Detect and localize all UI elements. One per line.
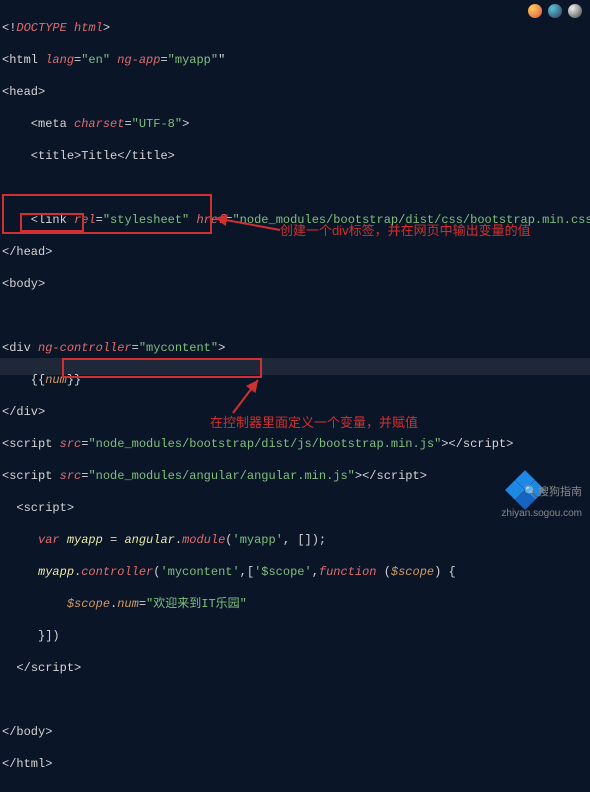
code-line: {{num}} [2,372,588,388]
extension-icon[interactable] [568,4,582,18]
browser-extension-icons [528,4,582,18]
watermark-text-2: zhiyan.sogou.com [501,508,582,519]
extension-icon[interactable] [548,4,562,18]
code-line: <div ng-controller="mycontent"> [2,340,588,356]
extension-icon[interactable] [528,4,542,18]
code-line: </script> [2,660,588,676]
code-line: <html lang="en" ng-app="myapp"" [2,52,588,68]
code-line [2,180,588,196]
code-editor[interactable]: <!DOCTYPE html> <html lang="en" ng-app="… [0,0,590,792]
code-line: <body> [2,276,588,292]
code-line: </head> [2,244,588,260]
watermark-text-1: 🔍搜狗指南 [524,483,582,499]
code-line: var myapp = angular.module('myapp', []); [2,532,588,548]
code-line: </body> [2,724,588,740]
code-line [2,308,588,324]
code-line: <script src="node_modules/bootstrap/dist… [2,436,588,452]
code-line: <meta charset="UTF-8"> [2,116,588,132]
code-line: $scope.num="欢迎来到IT乐园" [2,596,588,612]
code-line: <!DOCTYPE html> [2,20,588,36]
code-line: <title>Title</title> [2,148,588,164]
code-line: <head> [2,84,588,100]
code-line [2,692,588,708]
code-line: <script> [2,500,588,516]
code-line: <link rel="stylesheet" href="node_module… [2,212,588,228]
code-line: <script src="node_modules/angular/angula… [2,468,588,484]
code-line: </html> [2,756,588,772]
code-line: }]) [2,628,588,644]
code-line: myapp.controller('mycontent',['$scope',f… [2,564,588,580]
code-line: </div> [2,404,588,420]
